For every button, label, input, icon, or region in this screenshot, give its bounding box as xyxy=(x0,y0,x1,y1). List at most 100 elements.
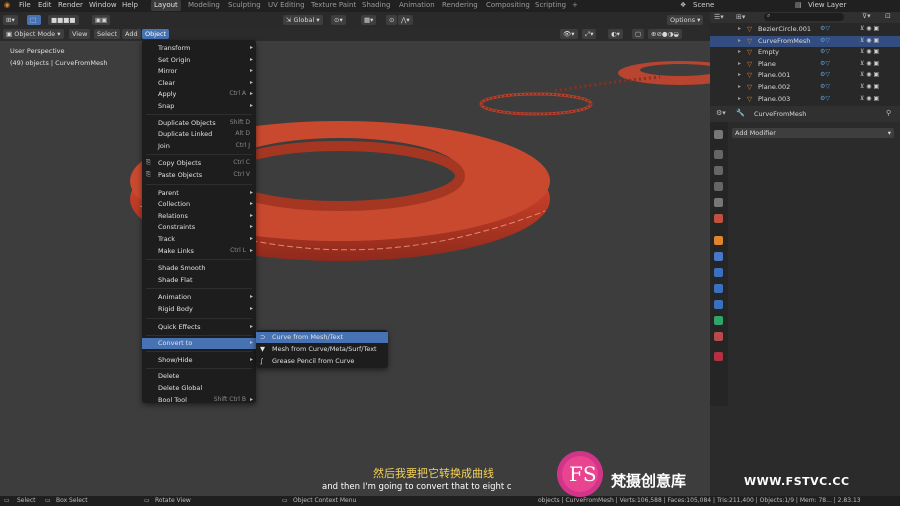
snap-icon[interactable]: ▦▾ xyxy=(361,15,377,25)
menu-select[interactable]: Select xyxy=(94,29,121,39)
shading-modes-icon[interactable]: ⊕⊘●◑◒ xyxy=(648,29,682,39)
outliner-search-input[interactable]: ⌕ xyxy=(764,12,844,21)
constraints-tab-icon[interactable] xyxy=(714,300,723,309)
modifier-tab-icon[interactable] xyxy=(714,252,723,261)
expand-arrow-icon[interactable]: ▸ xyxy=(738,60,741,67)
outliner-row[interactable]: ▸ ▽ CurveFromMesh ⚙▽ ⊻ ◉ ▣ xyxy=(710,35,900,47)
transform-orientation-dropdown[interactable]: ⇲ Global ▾ xyxy=(283,15,323,25)
object-tab-icon[interactable] xyxy=(714,236,723,245)
menu-item-quick-effects[interactable]: Quick Effects ▸ xyxy=(142,322,256,333)
select-mode-icons[interactable]: ■■■■ xyxy=(48,15,79,25)
menu-item-join[interactable]: Join Ctrl J xyxy=(142,141,256,152)
pin-icon[interactable]: ⚲ xyxy=(886,109,891,117)
tab-layout[interactable]: Layout xyxy=(151,0,181,11)
world-tab-icon[interactable] xyxy=(714,214,723,223)
menu-item-shade-smooth[interactable]: Shade Smooth xyxy=(142,263,256,274)
menu-item-animation[interactable]: Animation ▸ xyxy=(142,292,256,303)
expand-arrow-icon[interactable]: ▸ xyxy=(738,48,741,55)
menu-item-transform[interactable]: Transform ▸ xyxy=(142,43,256,54)
menu-item-shade-flat[interactable]: Shade Flat xyxy=(142,275,256,286)
texture-tab-icon[interactable] xyxy=(714,352,723,361)
outliner-editor-icon[interactable]: ☰▾ xyxy=(714,13,724,21)
menu-item-copy-objects[interactable]: ⎘ Copy Objects Ctrl C xyxy=(142,158,256,169)
menu-item-apply[interactable]: Apply Ctrl A ▸ xyxy=(142,89,256,100)
xray-icon[interactable]: ▢ xyxy=(632,29,645,39)
menu-item-track[interactable]: Track ▸ xyxy=(142,234,256,245)
menu-item-bool-tool[interactable]: Bool Tool Shift Ctrl B ▸ xyxy=(142,395,256,406)
menu-window[interactable]: Window xyxy=(89,1,117,9)
menu-item-make-links[interactable]: Make Links Ctrl L ▸ xyxy=(142,246,256,257)
tab-compositing[interactable]: Compositing xyxy=(486,1,530,9)
visibility-icons[interactable]: ⊻ ◉ ▣ xyxy=(860,60,879,67)
menu-item-snap[interactable]: Snap ▸ xyxy=(142,101,256,112)
tab-animation[interactable]: Animation xyxy=(399,1,435,9)
output-tab-icon[interactable] xyxy=(714,166,723,175)
material-tab-icon[interactable] xyxy=(714,332,723,341)
blender-logo-icon[interactable]: ◉ xyxy=(4,1,10,9)
menu-item-clear[interactable]: Clear ▸ xyxy=(142,78,256,89)
view-object-types-icon[interactable]: 👁▾ xyxy=(560,29,578,39)
menu-item-show-hide[interactable]: Show/Hide ▸ xyxy=(142,355,256,366)
new-collection-icon[interactable]: ⊡ xyxy=(885,12,891,20)
data-tab-icon[interactable] xyxy=(714,316,723,325)
menu-item-duplicate-linked[interactable]: Duplicate Linked Alt D xyxy=(142,129,256,140)
particles-tab-icon[interactable] xyxy=(714,268,723,277)
expand-arrow-icon[interactable]: ▸ xyxy=(738,71,741,78)
submenu-item-grease-pencil-from-curve[interactable]: ∫ Grease Pencil from Curve xyxy=(256,356,388,367)
menu-item-convert-to[interactable]: Convert to ▸ xyxy=(142,338,256,350)
proportional-edit-icon[interactable]: ⊙ xyxy=(386,15,398,25)
editor-type-icon[interactable]: ⊞▾ xyxy=(3,15,18,25)
tab-uv-editing[interactable]: UV Editing xyxy=(268,1,305,9)
overlays-icon[interactable]: ◐▾ xyxy=(608,29,623,39)
render-tab-icon[interactable] xyxy=(714,150,723,159)
select-tool-icon[interactable]: ⬚ xyxy=(27,15,41,25)
tab-scripting[interactable]: Scripting xyxy=(535,1,566,9)
menu-item-relations[interactable]: Relations ▸ xyxy=(142,211,256,222)
expand-arrow-icon[interactable]: ▸ xyxy=(738,95,741,102)
menu-item-collection[interactable]: Collection ▸ xyxy=(142,199,256,210)
visibility-icons[interactable]: ⊻ ◉ ▣ xyxy=(860,71,879,78)
visibility-icons[interactable]: ⊻ ◉ ▣ xyxy=(860,37,879,44)
menu-help[interactable]: Help xyxy=(122,1,138,9)
menu-item-delete[interactable]: Delete xyxy=(142,371,256,382)
falloff-icon[interactable]: ⋀▾ xyxy=(398,15,413,25)
menu-item-constraints[interactable]: Constraints ▸ xyxy=(142,222,256,233)
menu-render[interactable]: Render xyxy=(58,1,83,9)
display-mode-icon[interactable]: ⊞▾ xyxy=(736,13,745,21)
gizmo-icon[interactable]: ⤢▾ xyxy=(582,29,597,39)
outliner-row[interactable]: ▸ ▽ Plane.002 ⚙▽ ⊻ ◉ ▣ xyxy=(710,82,900,93)
visibility-icons[interactable]: ⊻ ◉ ▣ xyxy=(860,83,879,90)
menu-item-mirror[interactable]: Mirror ▸ xyxy=(142,66,256,77)
view-layer-tab-icon[interactable] xyxy=(714,182,723,191)
options-dropdown[interactable]: Options ▾ xyxy=(667,15,704,25)
select-mode-extra-icons[interactable]: ▣▣ xyxy=(92,15,111,25)
visibility-icons[interactable]: ⊻ ◉ ▣ xyxy=(860,95,879,102)
outliner-row[interactable]: ▸ ▽ BezierCircle.001 ⚙▽ ⊻ ◉ ▣ xyxy=(710,24,900,35)
menu-item-parent[interactable]: Parent ▸ xyxy=(142,188,256,199)
tool-tab-icon[interactable] xyxy=(714,130,723,139)
menu-item-paste-objects[interactable]: ⎘ Paste Objects Ctrl V xyxy=(142,170,256,181)
outliner-row[interactable]: ▸ ▽ Plane.001 ⚙▽ ⊻ ◉ ▣ xyxy=(710,70,900,81)
add-modifier-dropdown[interactable]: Add Modifier ▾ xyxy=(732,128,894,138)
tab-rendering[interactable]: Rendering xyxy=(442,1,478,9)
properties-editor-icon[interactable]: ⚙▾ xyxy=(716,109,726,117)
menu-item-rigid-body[interactable]: Rigid Body ▸ xyxy=(142,304,256,315)
menu-edit[interactable]: Edit xyxy=(38,1,52,9)
pivot-icon[interactable]: ⊙▾ xyxy=(331,15,346,25)
scene-tab-icon[interactable] xyxy=(714,198,723,207)
menu-object[interactable]: Object xyxy=(142,29,170,39)
outliner-row[interactable]: ▸ ▽ Plane.003 ⚙▽ ⊻ ◉ ▣ xyxy=(710,94,900,105)
filter-icon[interactable]: ⊽▾ xyxy=(862,12,871,20)
menu-item-set-origin[interactable]: Set Origin ▸ xyxy=(142,55,256,66)
visibility-icons[interactable]: ⊻ ◉ ▣ xyxy=(860,25,879,32)
menu-view[interactable]: View xyxy=(69,29,91,39)
mode-dropdown[interactable]: ▣ Object Mode ▾ xyxy=(3,29,64,39)
visibility-icons[interactable]: ⊻ ◉ ▣ xyxy=(860,48,879,55)
view-layer-name[interactable]: View Layer xyxy=(808,1,846,9)
menu-file[interactable]: File xyxy=(19,1,31,9)
tab-texture-paint[interactable]: Texture Paint xyxy=(311,1,356,9)
outliner-row[interactable]: ▸ ▽ Plane ⚙▽ ⊻ ◉ ▣ xyxy=(710,59,900,70)
menu-item-duplicate-objects[interactable]: Duplicate Objects Shift D xyxy=(142,118,256,129)
tab-sculpting[interactable]: Sculpting xyxy=(228,1,261,9)
tab-shading[interactable]: Shading xyxy=(362,1,390,9)
